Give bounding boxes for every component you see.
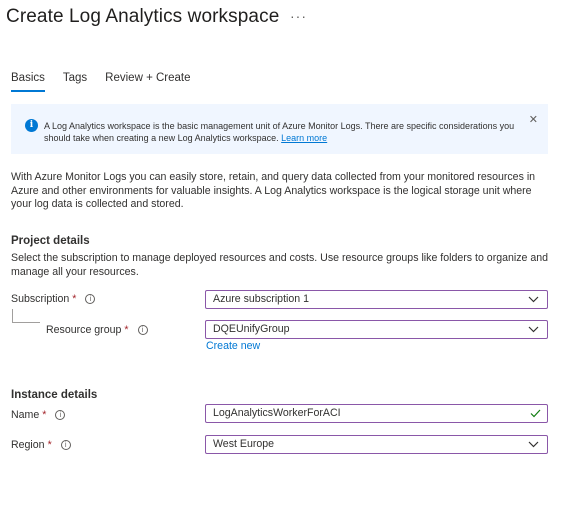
subscription-value: Azure subscription 1 xyxy=(213,293,309,305)
required-marker: * xyxy=(72,293,77,305)
info-banner: i A Log Analytics workspace is the basic… xyxy=(11,104,548,154)
help-icon[interactable]: i xyxy=(60,440,71,450)
resource-group-value: DQEUnifyGroup xyxy=(213,323,290,335)
create-new-link[interactable]: Create new xyxy=(206,340,260,352)
name-label: Name * i xyxy=(11,409,66,421)
checkmark-icon xyxy=(530,409,541,418)
resource-group-select[interactable]: DQEUnifyGroup xyxy=(205,320,548,339)
tab-review-create[interactable]: Review + Create xyxy=(105,70,190,92)
help-icon[interactable]: i xyxy=(55,410,66,420)
page-title: Create Log Analytics workspace xyxy=(6,6,280,27)
resource-group-label-text: Resource group xyxy=(46,324,122,336)
info-banner-message: A Log Analytics workspace is the basic m… xyxy=(44,121,515,143)
close-icon[interactable]: ✕ xyxy=(529,113,538,126)
region-label: Region * i xyxy=(11,439,71,451)
region-select[interactable]: West Europe xyxy=(205,435,548,454)
help-icon[interactable]: i xyxy=(137,325,148,335)
project-details-subtext: Select the subscription to manage deploy… xyxy=(11,252,549,278)
name-value: LogAnalyticsWorkerForACI xyxy=(213,407,341,419)
subscription-select[interactable]: Azure subscription 1 xyxy=(205,290,548,309)
required-marker: * xyxy=(42,409,47,421)
required-marker: * xyxy=(47,439,52,451)
region-value: West Europe xyxy=(213,438,275,450)
tab-basics[interactable]: Basics xyxy=(11,70,45,92)
more-options-icon[interactable]: ··· xyxy=(290,8,307,24)
subscription-label: Subscription * i xyxy=(11,293,96,305)
region-label-text: Region xyxy=(11,439,45,451)
name-input[interactable]: LogAnalyticsWorkerForACI xyxy=(205,404,548,423)
help-icon[interactable]: i xyxy=(85,294,96,304)
info-banner-text: A Log Analytics workspace is the basic m… xyxy=(44,120,534,144)
chevron-down-icon xyxy=(528,296,539,303)
learn-more-link[interactable]: Learn more xyxy=(281,133,327,143)
chevron-down-icon xyxy=(528,326,539,333)
chevron-down-icon xyxy=(528,441,539,448)
project-details-heading: Project details xyxy=(11,235,90,247)
name-label-text: Name xyxy=(11,409,40,421)
info-icon: i xyxy=(25,119,38,132)
tab-tags[interactable]: Tags xyxy=(63,70,87,92)
subscription-label-text: Subscription xyxy=(11,293,70,305)
tree-connector xyxy=(12,309,40,323)
required-marker: * xyxy=(124,324,129,336)
instance-details-heading: Instance details xyxy=(11,389,98,401)
description-text: With Azure Monitor Logs you can easily s… xyxy=(11,171,536,210)
tab-bar: Basics Tags Review + Create xyxy=(11,70,209,92)
resource-group-label: Resource group * i xyxy=(46,324,148,336)
